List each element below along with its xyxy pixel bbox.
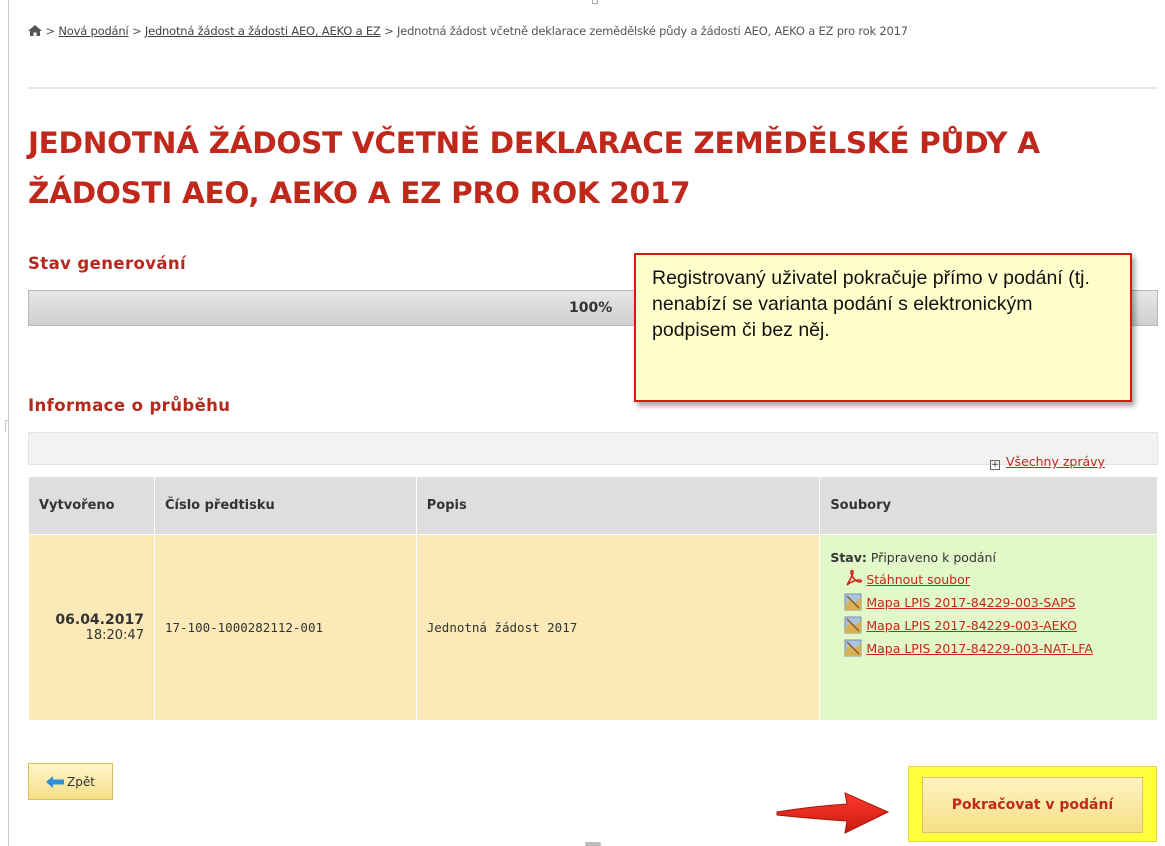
breadcrumb: > Nová podání > Jednotná žádost a žádost…: [28, 20, 1163, 42]
all-messages-toggle[interactable]: + Všechny zprávy: [990, 454, 1105, 470]
cell-description: Jednotná žádost 2017: [415, 534, 821, 721]
map-icon: [844, 639, 862, 657]
continue-submission-button[interactable]: Pokračovat v podání: [922, 777, 1143, 833]
breadcrumb-link-new-submissions[interactable]: Nová podání: [58, 24, 128, 38]
created-date: 06.04.2017: [55, 612, 144, 628]
breadcrumb-link-single-application[interactable]: Jednotná žádost a žádosti AEO, AEKO a EZ: [145, 24, 381, 38]
page-title: JEDNOTNÁ ŽÁDOST VČETNĚ DEKLARACE ZEMĚDĚL…: [28, 126, 1040, 210]
back-button[interactable]: Zpět: [28, 763, 113, 800]
column-header-description: Popis: [415, 476, 821, 535]
pdf-icon: [846, 570, 863, 586]
cell-files: Stav: Připraveno k podání Stáhnout soubo…: [819, 534, 1158, 721]
progress-info-heading: Informace o průběhu: [28, 396, 231, 415]
map-lpis-saps-link[interactable]: Mapa LPIS 2017-84229-003-SAPS: [866, 595, 1075, 610]
messages-box: [28, 432, 1158, 465]
progress-percent: 100%: [569, 300, 613, 316]
top-tick: [592, 0, 598, 4]
breadcrumb-separator: >: [384, 24, 394, 38]
map-icon: [844, 593, 862, 611]
file-status: Stav: Připraveno k podání: [830, 547, 1147, 569]
home-icon[interactable]: [28, 25, 42, 36]
map-lpis-aeko-link[interactable]: Mapa LPIS 2017-84229-003-AEKO: [866, 618, 1077, 633]
column-header-preprint-number: Číslo předtisku: [153, 476, 417, 535]
back-button-label: Zpět: [67, 774, 95, 789]
continue-highlight: Pokračovat v podání: [908, 766, 1157, 842]
arrow-right-icon: [776, 792, 890, 834]
expand-icon[interactable]: +: [990, 460, 1000, 470]
cell-created: 06.04.2017 18:20:47: [28, 534, 155, 721]
all-messages-link[interactable]: Všechny zprávy: [1006, 454, 1105, 469]
download-file-link[interactable]: Stáhnout soubor: [866, 572, 970, 587]
file-item: Mapa LPIS 2017-84229-003-NAT-LFA: [830, 638, 1147, 661]
annotation-callout: Registrovaný uživatel pokračuje přímo v …: [634, 253, 1132, 402]
breadcrumb-current: Jednotná žádost včetně deklarace zeměděl…: [397, 24, 908, 38]
breadcrumb-separator: >: [45, 24, 55, 38]
cell-preprint-number: 17-100-1000282112-001: [153, 534, 417, 721]
breadcrumb-separator: >: [131, 24, 142, 38]
arrow-left-icon: [46, 775, 65, 788]
divider: [28, 87, 1158, 89]
submissions-table: Vytvořeno Číslo předtisku Popis Soubory …: [28, 476, 1158, 721]
status-label: Stav:: [830, 550, 867, 565]
file-item: Stáhnout soubor: [830, 569, 1147, 592]
bottom-tick: [585, 842, 601, 846]
map-lpis-nat-lfa-link[interactable]: Mapa LPIS 2017-84229-003-NAT-LFA: [866, 641, 1093, 656]
file-item: Mapa LPIS 2017-84229-003-AEKO: [830, 615, 1147, 638]
generation-status-heading: Stav generování: [28, 254, 187, 273]
table-row: 06.04.2017 18:20:47 17-100-1000282112-00…: [28, 534, 1158, 721]
table-header-row: Vytvořeno Číslo předtisku Popis Soubory: [28, 476, 1158, 535]
file-item: Mapa LPIS 2017-84229-003-SAPS: [830, 592, 1147, 615]
status-value: Připraveno k podání: [870, 550, 996, 565]
column-header-files: Soubory: [819, 476, 1158, 535]
map-icon: [844, 616, 862, 634]
column-header-created: Vytvořeno: [28, 476, 155, 535]
left-notch: [5, 420, 9, 432]
created-time: 18:20:47: [85, 628, 144, 643]
